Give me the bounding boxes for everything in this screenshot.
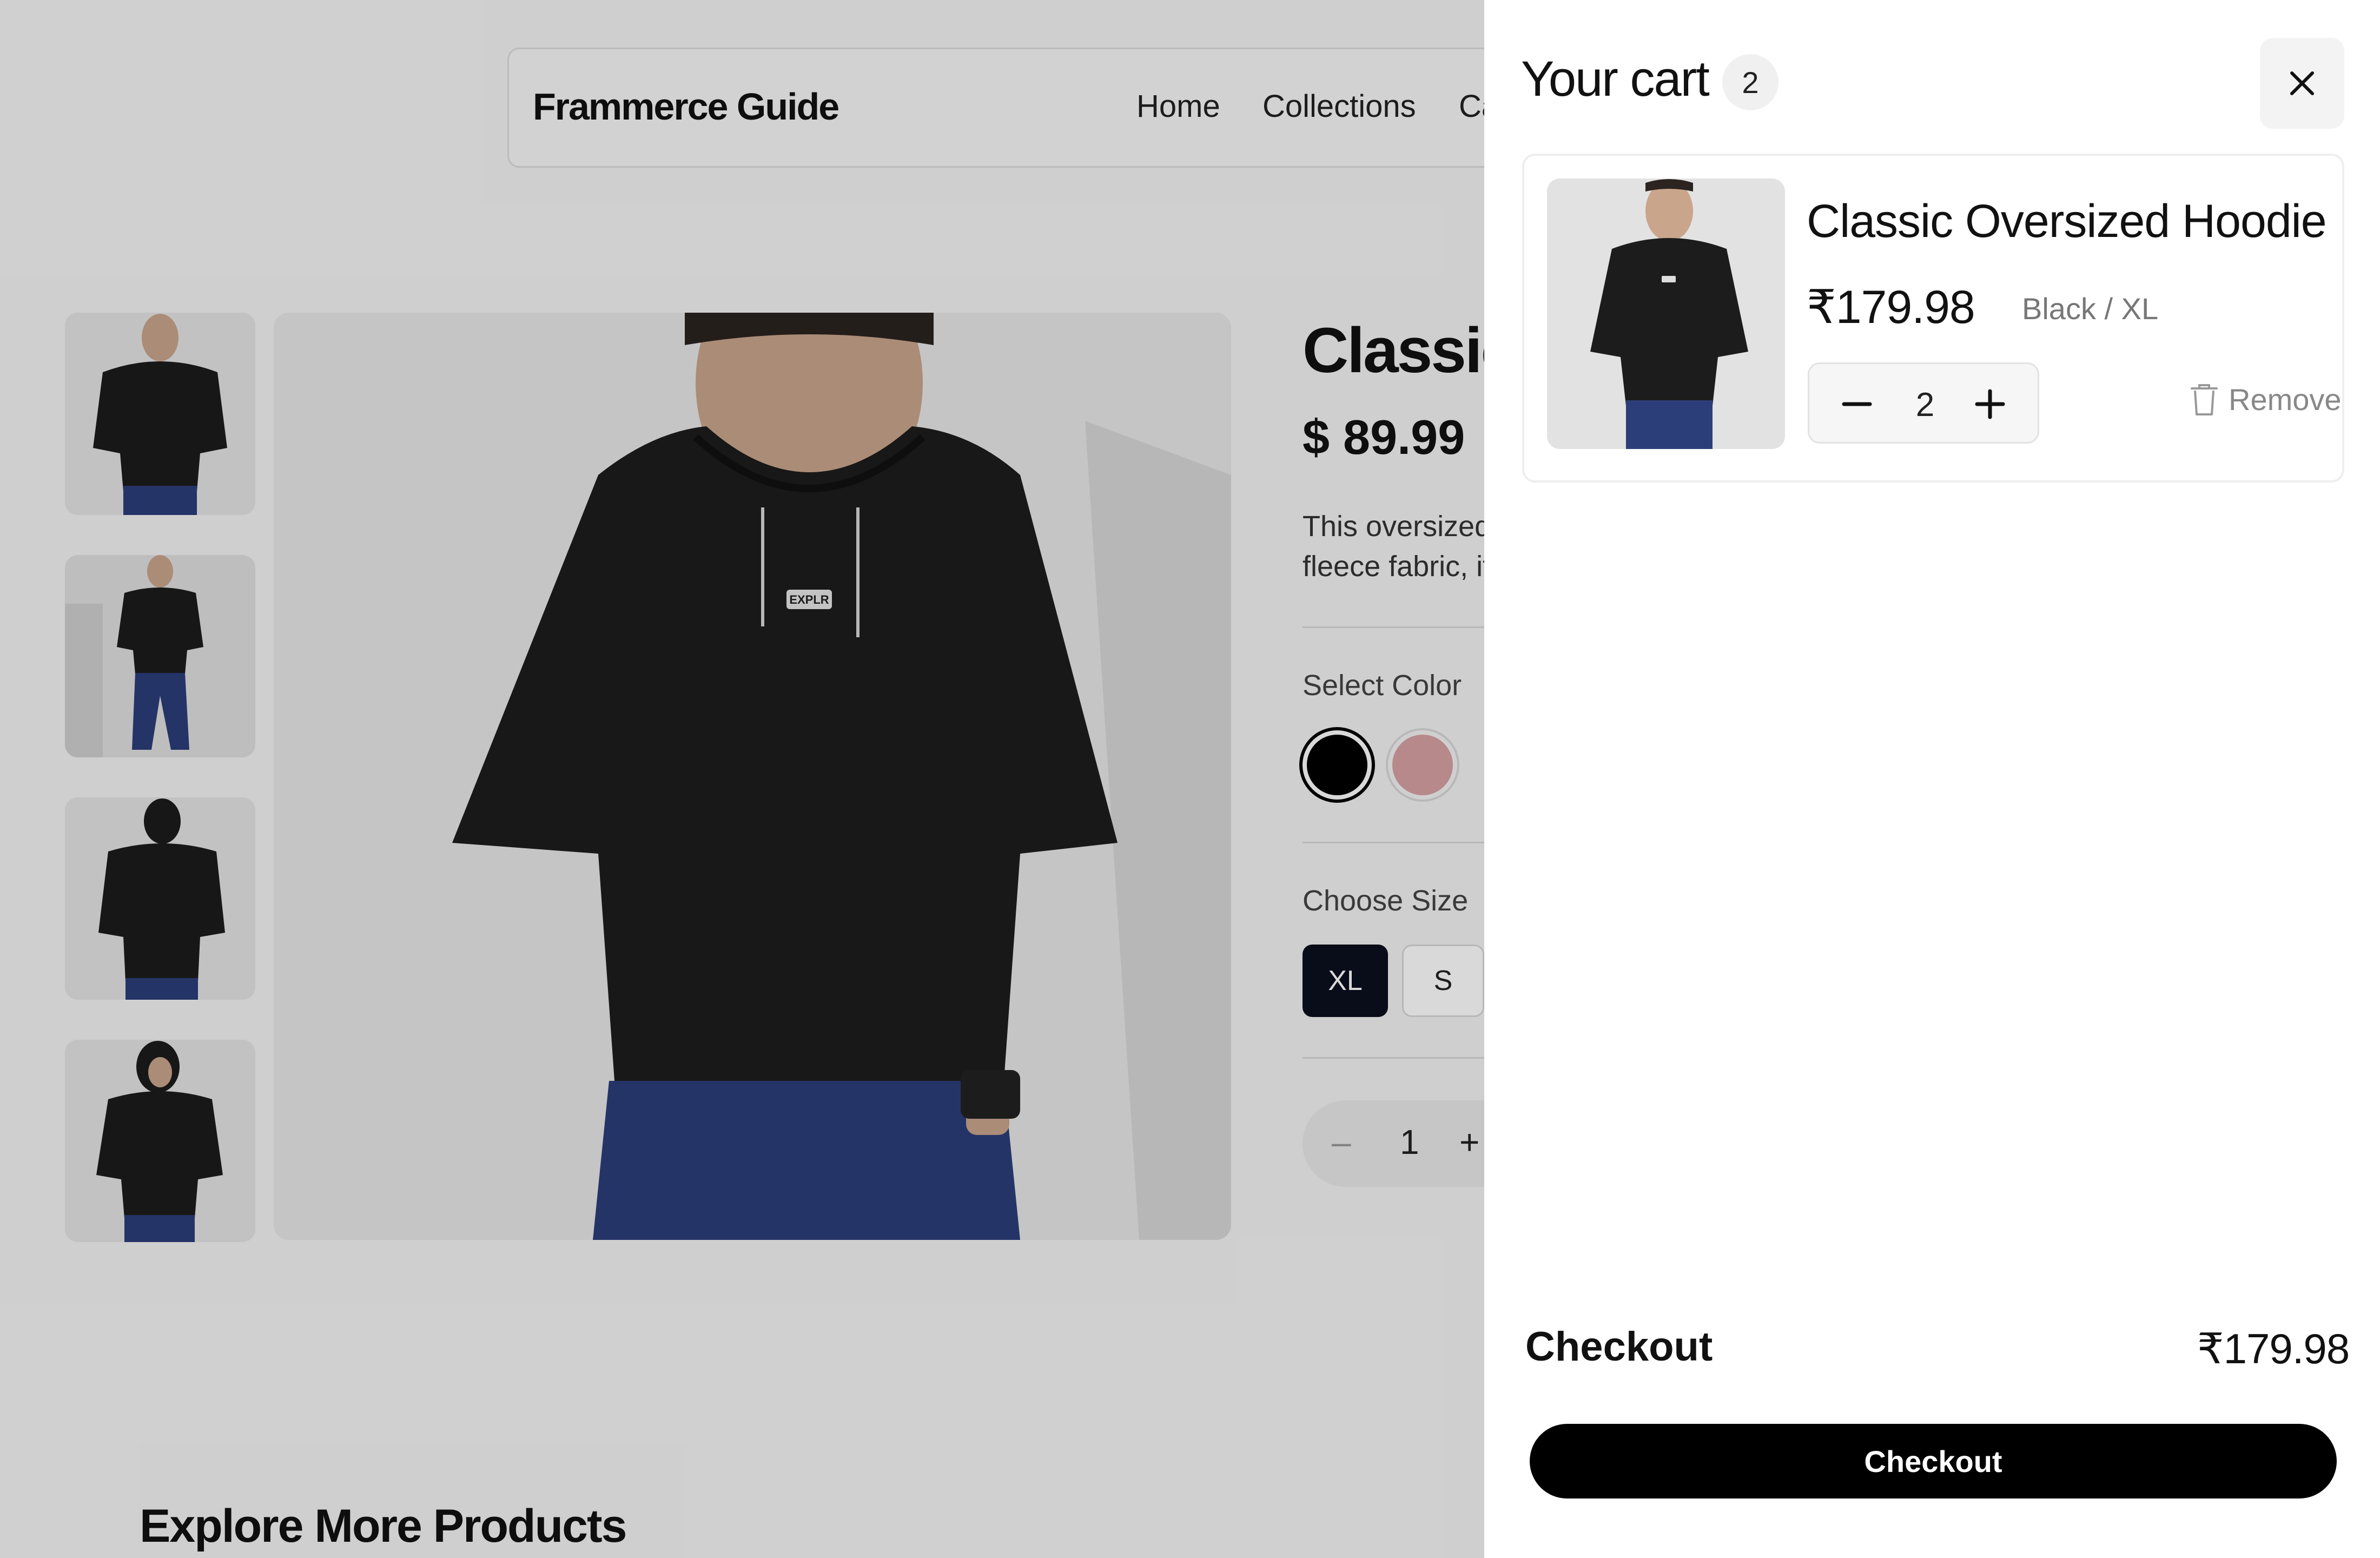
- cart-item-variant: Black / XL: [2022, 292, 2159, 326]
- remove-item-button[interactable]: Remove: [2190, 382, 2342, 417]
- checkout-summary-label: Checkout: [1525, 1324, 1713, 1370]
- increase-quantity-button[interactable]: [1965, 379, 2015, 429]
- drawer-backdrop[interactable]: [0, 0, 1484, 1558]
- close-cart-button[interactable]: [2260, 38, 2344, 129]
- plus-icon: [1975, 389, 2005, 419]
- remove-label: Remove: [2229, 382, 2342, 417]
- cart-drawer: Your cart 2 Classic Oversized Hoodie ₹17…: [1484, 0, 2380, 1558]
- decrease-quantity-button[interactable]: [1832, 379, 1882, 429]
- cart-item-name: Classic Oversized Hoodie: [1807, 195, 2327, 247]
- cart-item-price: ₹179.98: [1807, 281, 1975, 333]
- cart-title: Your cart: [1521, 51, 1710, 107]
- cart-item: Classic Oversized Hoodie ₹179.98 Black /…: [1522, 154, 2344, 483]
- checkout-total: ₹179.98: [2197, 1325, 2350, 1372]
- cart-quantity-value: 2: [1915, 386, 1935, 424]
- hoodie-thumbnail: [1547, 179, 1785, 449]
- checkout-button[interactable]: Checkout: [1530, 1424, 2337, 1498]
- close-icon: [2290, 71, 2314, 95]
- cart-item-image: [1547, 179, 1785, 449]
- trash-icon: [2191, 384, 2218, 415]
- minus-icon: [1842, 402, 1872, 406]
- cart-quantity-stepper: 2: [1808, 362, 2039, 444]
- cart-count-badge: 2: [1722, 54, 1779, 110]
